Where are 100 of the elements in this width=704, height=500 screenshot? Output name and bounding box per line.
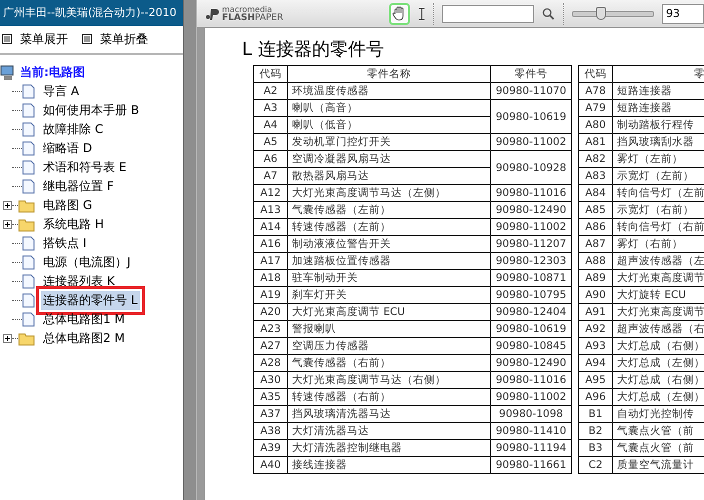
table-cell: A90	[578, 286, 612, 304]
computer-icon	[0, 64, 16, 80]
table-cell: 90980-12490	[490, 202, 572, 218]
table-cell: 90980-11002	[490, 218, 572, 236]
table-cell: A96	[578, 388, 612, 406]
document-icon	[22, 179, 35, 194]
tree-item[interactable]: 如何使用本手册 B	[41, 101, 142, 120]
tree-item[interactable]: 总体电路图1 M	[41, 310, 127, 329]
table-cell: A81	[578, 134, 612, 150]
tree-item[interactable]: 系统电路 H	[41, 215, 106, 234]
table-cell: 挡风玻璃清洗器马达	[288, 406, 490, 422]
table-cell: A35	[254, 388, 288, 406]
table-cell: A40	[254, 456, 288, 474]
table-cell: 转速传感器（右前）	[288, 388, 490, 406]
table-cell: 大灯光束高度调节 ECU	[288, 304, 490, 320]
table-cell: 空调压力传感器	[288, 338, 490, 354]
table-cell: A27	[254, 338, 288, 354]
table-cell: 示宽灯（右前）	[612, 202, 704, 218]
table-cell: 90980-10871	[490, 270, 572, 286]
table-cell: 环境温度传感器	[288, 82, 490, 100]
tree-item[interactable]: 导言 A	[41, 82, 82, 101]
table-cell: A2	[254, 82, 288, 100]
tree-item[interactable]: 术语和符号表 E	[41, 158, 128, 177]
tree-item[interactable]: 电路图 G	[41, 196, 94, 215]
table-cell: A4	[254, 116, 288, 134]
table-cell: 加速踏板位置传感器	[288, 252, 490, 270]
table-cell: A87	[578, 236, 612, 252]
table-cell: 90980-10619	[490, 320, 572, 338]
expand-icon[interactable]	[3, 201, 12, 210]
table-cell: A79	[578, 100, 612, 116]
folder-icon	[18, 218, 35, 232]
table-cell: 大灯光束高度调节马达（右侧）	[288, 372, 490, 388]
table-cell: A13	[254, 202, 288, 218]
table-cell: 90980-11016	[490, 184, 572, 202]
text-cursor-icon[interactable]	[418, 6, 426, 20]
logo-text: macromedia	[222, 6, 272, 14]
splitter-bar[interactable]	[183, 0, 197, 500]
table-cell: 空调冷凝器风扇马达	[288, 150, 490, 168]
document-icon	[22, 103, 35, 118]
table-cell: 大灯旋转 ECU	[612, 286, 704, 304]
table-cell: A7	[254, 168, 288, 184]
search-field[interactable]	[442, 4, 534, 22]
table-cell: A17	[254, 252, 288, 270]
zoom-field[interactable]: 93	[662, 4, 704, 24]
logo-text: FLASHPAPER	[222, 14, 284, 22]
document-icon	[22, 255, 35, 270]
tree-item[interactable]: 搭铁点 I	[41, 234, 88, 253]
table-cell: 大灯总成（左侧）	[612, 388, 704, 406]
search-icon[interactable]	[542, 6, 556, 20]
table-cell: 90980-11002	[490, 134, 572, 150]
table-cell: A14	[254, 218, 288, 236]
tree-item[interactable]: 故障排除 C	[41, 120, 106, 139]
table-cell: A80	[578, 116, 612, 134]
table-cell: A39	[254, 440, 288, 456]
table-cell: A78	[578, 82, 612, 100]
table-cell: 90980-10928	[490, 150, 572, 184]
table-cell: 喇叭（高音）	[288, 100, 490, 116]
table-cell: 雾灯（左前）	[612, 150, 704, 168]
table-cell: A38	[254, 422, 288, 440]
table-cell: 短路连接器	[612, 100, 704, 116]
column-header: 零件号	[490, 66, 572, 82]
table-cell: 示宽灯（左前）	[612, 168, 704, 184]
hand-tool-button[interactable]	[389, 2, 410, 24]
expand-icon[interactable]	[3, 334, 12, 343]
table-cell: 自动灯光控制传	[612, 406, 704, 422]
slider-thumb[interactable]	[596, 6, 606, 20]
menu-toggle-button[interactable]: 菜单折叠	[82, 31, 148, 47]
table-cell: 90980-11016	[490, 372, 572, 388]
tree-item[interactable]: 连接器的零件号 L	[41, 291, 140, 310]
table-cell: A5	[254, 134, 288, 150]
table-cell: 制动液液位警告开关	[288, 236, 490, 252]
document-icon	[22, 122, 35, 137]
table-cell: 气囊点火管（前	[612, 422, 704, 440]
table-cell: B1	[578, 406, 612, 422]
table-cell: 90980-11410	[490, 422, 572, 440]
list-icon	[82, 34, 92, 44]
table-cell: A18	[254, 270, 288, 286]
tree-item[interactable]: 继电器位置 F	[41, 177, 116, 196]
table-cell: A86	[578, 218, 612, 236]
table-cell: A6	[254, 150, 288, 168]
window-title: 广州丰田--凯美瑞(混合动力)--2010	[0, 0, 183, 26]
table-cell: 大灯清洗器控制继电器	[288, 440, 490, 456]
tree-item[interactable]: 电源（电流图）J	[41, 253, 133, 272]
tree-item[interactable]: 缩略语 D	[41, 139, 94, 158]
table-cell: A30	[254, 372, 288, 388]
document-icon	[22, 274, 35, 289]
table-cell: 90980-11002	[490, 388, 572, 406]
folder-icon	[18, 198, 35, 212]
table-cell: 发动机罩门控灯开关	[288, 134, 490, 150]
table-cell: A85	[578, 202, 612, 218]
table-cell: A37	[254, 406, 288, 422]
table-cell: A95	[578, 372, 612, 388]
table-cell: 90980-12303	[490, 252, 572, 270]
tree-item[interactable]: 总体电路图2 M	[41, 329, 127, 348]
table-cell: A94	[578, 354, 612, 372]
table-cell: 90980-11661	[490, 456, 572, 474]
table-cell: 90980-11070	[490, 82, 572, 100]
table-cell: A84	[578, 184, 612, 202]
menu-toggle-button[interactable]: 菜单展开	[2, 31, 68, 47]
expand-icon[interactable]	[3, 220, 12, 229]
